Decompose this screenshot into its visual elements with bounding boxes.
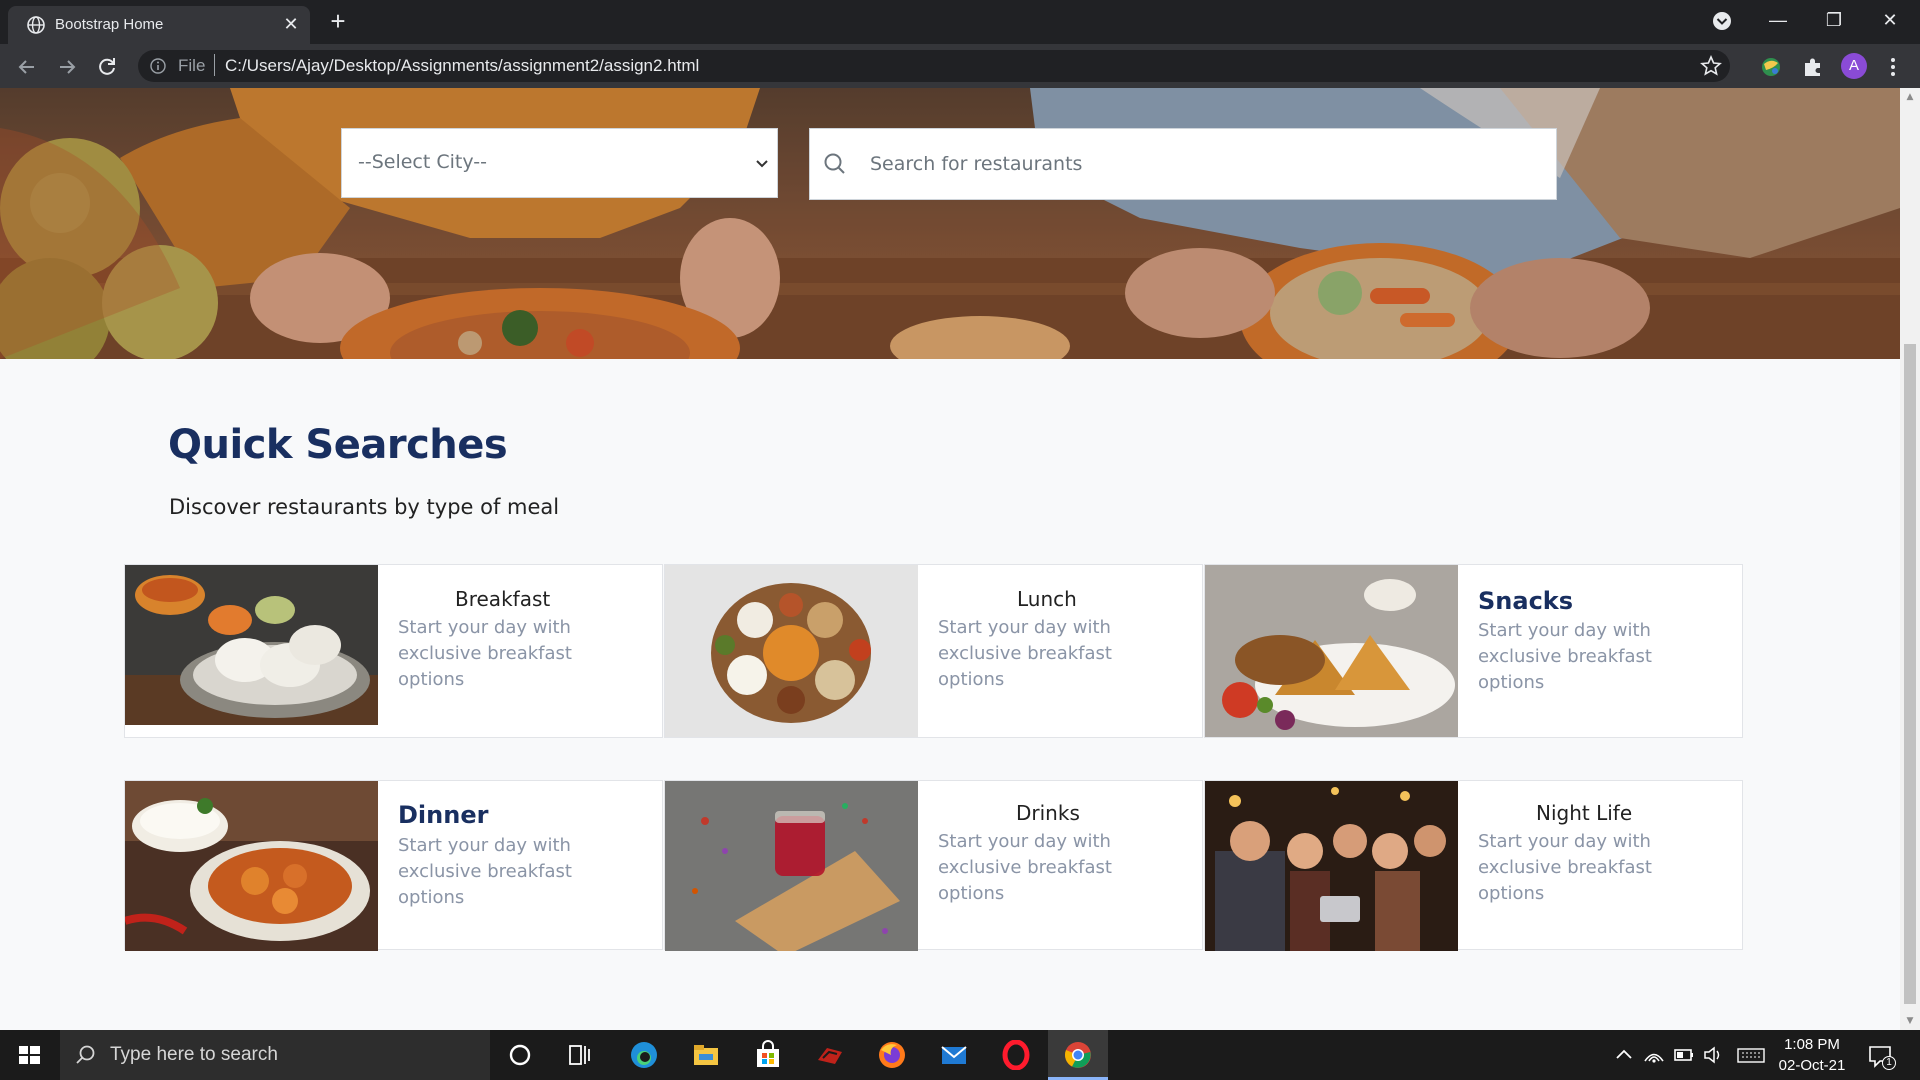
clock-date: 02-Oct-21 <box>1778 1057 1846 1074</box>
url-separator <box>214 54 215 76</box>
browser-tab[interactable]: Bootstrap Home ✕ <box>8 6 310 44</box>
task-view-icon[interactable] <box>550 1030 610 1080</box>
tab-search-icon[interactable] <box>1711 10 1733 32</box>
system-clock[interactable]: 1:08 PM 02-Oct-21 <box>1772 1034 1852 1076</box>
city-select-value: --Select City-- <box>358 151 487 173</box>
info-icon[interactable] <box>150 58 166 74</box>
taskbar-search[interactable]: Type here to search <box>60 1030 490 1080</box>
extension-earth-icon[interactable] <box>1758 54 1784 80</box>
search-icon <box>824 153 845 174</box>
quick-search-card-night-life[interactable]: Night Life Start your day with exclusive… <box>1204 780 1743 951</box>
windows-start-icon[interactable] <box>0 1030 60 1080</box>
page-scrollbar[interactable]: ▲ ▼ <box>1900 88 1920 1030</box>
url-scheme-label: File <box>178 56 206 75</box>
new-tab-button[interactable]: + <box>324 8 352 36</box>
quick-searches-subtitle: Discover restaurants by type of meal <box>169 495 560 519</box>
card-title: Lunch <box>1017 587 1077 611</box>
keyboard-icon[interactable] <box>1736 1044 1766 1066</box>
minimize-button[interactable]: — <box>1758 6 1798 34</box>
quick-search-card-breakfast[interactable]: Breakfast Start your day with exclusive … <box>124 564 663 738</box>
card-description: Start your day with exclusive breakfast … <box>938 617 1112 690</box>
cortana-icon[interactable] <box>490 1030 550 1080</box>
restore-button[interactable]: ❐ <box>1814 6 1854 34</box>
battery-icon[interactable] <box>1672 1044 1696 1066</box>
close-window-button[interactable]: ✕ <box>1870 6 1910 34</box>
browser-toolbar: File C:/Users/Ajay/Desktop/Assignments/a… <box>0 44 1920 88</box>
city-select[interactable]: --Select City-- <box>341 128 778 198</box>
globe-icon <box>27 16 45 34</box>
chevron-down-icon <box>756 160 768 168</box>
hero-banner: --Select City-- <box>0 88 1900 359</box>
quick-search-card-dinner[interactable]: Dinner Start your day with exclusive bre… <box>124 780 663 951</box>
card-title: Breakfast <box>455 587 551 611</box>
file-explorer-icon[interactable] <box>676 1030 736 1080</box>
lunch-image <box>665 565 918 737</box>
action-center-button[interactable]: 1 <box>1866 1042 1896 1070</box>
scroll-down-arrow-icon[interactable]: ▼ <box>1900 1014 1920 1028</box>
close-tab-icon[interactable]: ✕ <box>280 14 302 36</box>
tab-title: Bootstrap Home <box>55 16 164 33</box>
snacks-image <box>1205 565 1458 737</box>
scrollbar-thumb[interactable] <box>1904 344 1916 1004</box>
windows-taskbar: Type here to search 1:08 PM 02-Oct-21 1 <box>0 1030 1920 1080</box>
volume-icon[interactable] <box>1702 1044 1726 1066</box>
restaurant-search[interactable] <box>809 128 1557 200</box>
night-life-image <box>1205 781 1458 951</box>
quick-searches-title: Quick Searches <box>168 422 508 468</box>
quick-search-card-drinks[interactable]: Drinks Start your day with exclusive bre… <box>664 780 1203 951</box>
wifi-icon[interactable] <box>1642 1044 1666 1066</box>
opera-icon[interactable] <box>986 1030 1046 1080</box>
card-description: Start your day with exclusive breakfast … <box>1478 620 1652 693</box>
card-title: Snacks <box>1478 587 1574 615</box>
mail-icon[interactable] <box>924 1030 984 1080</box>
notification-count: 1 <box>1882 1056 1896 1070</box>
back-arrow-icon[interactable] <box>14 54 40 80</box>
restaurant-search-input[interactable] <box>870 147 1530 181</box>
card-title: Drinks <box>1016 801 1080 825</box>
dinner-image <box>125 781 378 951</box>
card-description: Start your day with exclusive breakfast … <box>398 617 572 690</box>
store-icon[interactable] <box>738 1030 798 1080</box>
url-text[interactable]: C:/Users/Ajay/Desktop/Assignments/assign… <box>225 56 699 76</box>
card-description: Start your day with exclusive breakfast … <box>938 831 1112 904</box>
quick-search-card-lunch[interactable]: Lunch Start your day with exclusive brea… <box>664 564 1203 738</box>
card-title: Night Life <box>1536 801 1633 825</box>
card-description: Start your day with exclusive breakfast … <box>398 835 572 908</box>
card-title: Dinner <box>398 801 489 829</box>
firefox-icon[interactable] <box>862 1030 922 1080</box>
profile-avatar[interactable]: A <box>1841 53 1867 79</box>
clock-time: 1:08 PM <box>1784 1036 1840 1053</box>
breakfast-image <box>125 565 378 725</box>
search-icon <box>76 1045 95 1064</box>
taskbar-search-placeholder: Type here to search <box>110 1044 278 1065</box>
show-hidden-icons-chevron-icon[interactable] <box>1612 1044 1636 1066</box>
reload-icon[interactable] <box>94 54 120 80</box>
bookmark-star-icon[interactable] <box>1700 55 1722 77</box>
chrome-icon[interactable] <box>1048 1030 1108 1080</box>
scroll-up-arrow-icon[interactable]: ▲ <box>1900 90 1920 104</box>
browser-tab-strip: Bootstrap Home ✕ + — ❐ ✕ <box>0 0 1920 44</box>
more-menu-icon[interactable] <box>1880 54 1906 80</box>
game-icon[interactable] <box>800 1030 860 1080</box>
extensions-puzzle-icon[interactable] <box>1800 54 1826 80</box>
edge-icon[interactable] <box>614 1030 674 1080</box>
card-description: Start your day with exclusive breakfast … <box>1478 831 1652 904</box>
drinks-image <box>665 781 918 951</box>
address-bar[interactable]: File C:/Users/Ajay/Desktop/Assignments/a… <box>138 50 1730 82</box>
page-viewport: --Select City-- Quick Searches Discover … <box>0 88 1900 1030</box>
quick-search-card-snacks[interactable]: Snacks Start your day with exclusive bre… <box>1204 564 1743 738</box>
forward-arrow-icon[interactable] <box>54 54 80 80</box>
